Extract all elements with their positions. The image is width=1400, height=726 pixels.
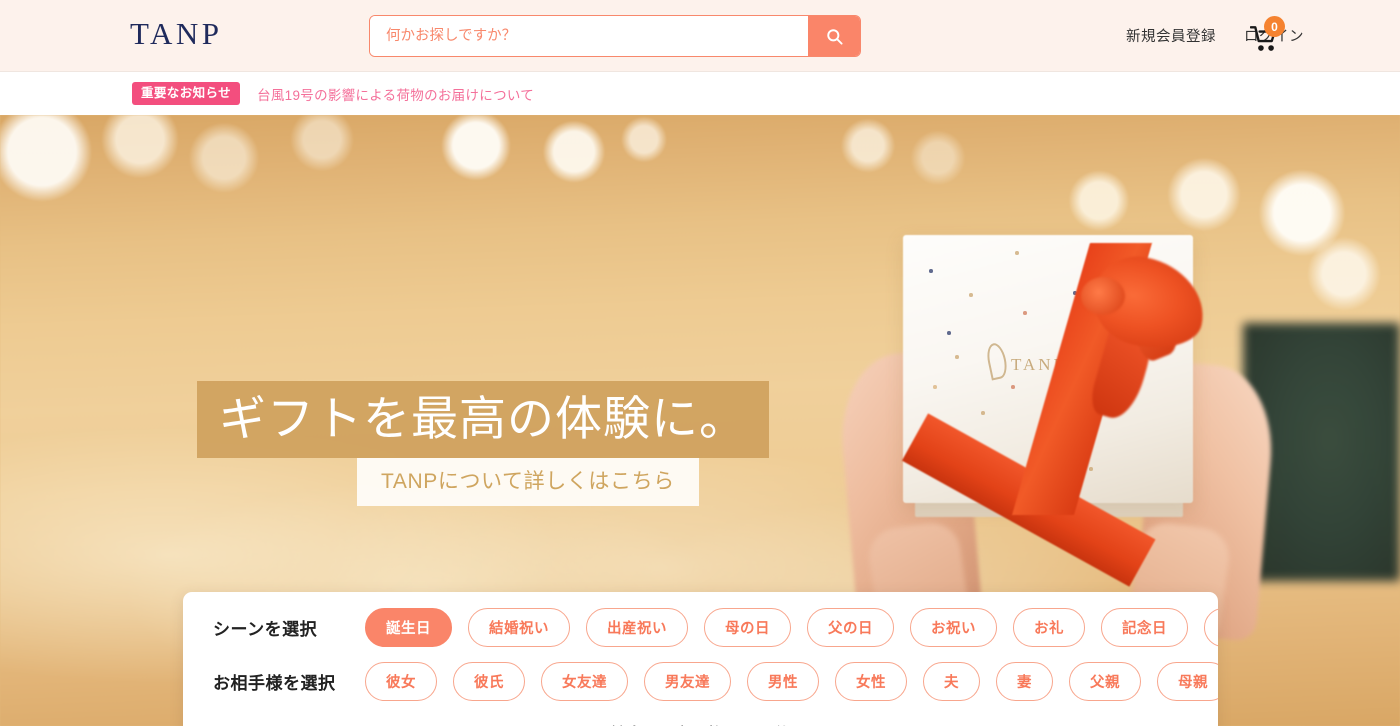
- cart-button[interactable]: 0: [1246, 16, 1288, 56]
- page-root: TANP 新規会員登録 ログイン: [0, 0, 1400, 726]
- recipient-select-row: お相手様を選択 彼女 彼氏 女友達 男友達 男性 女性 夫 妻 父親 母親: [183, 654, 1218, 708]
- recipient-chip-wife[interactable]: 妻: [996, 661, 1053, 701]
- recipient-chip-mother[interactable]: 母親: [1157, 661, 1218, 701]
- scene-chip-fathers-day[interactable]: 父の日: [807, 607, 894, 647]
- search-input[interactable]: [370, 16, 808, 56]
- result-count-text: 該当する商品数：1197件: [183, 722, 1218, 726]
- search-submit-button[interactable]: [808, 16, 860, 56]
- recipient-chip-boyfriend[interactable]: 彼氏: [453, 661, 525, 701]
- bow-knot: [1081, 277, 1125, 315]
- scene-select-row: シーンを選択 誕生日 結婚祝い 出産祝い 母の日 父の日 お祝い お礼 記念日 …: [183, 600, 1218, 654]
- recipient-chip-male[interactable]: 男性: [747, 661, 819, 701]
- search-bar: [369, 15, 861, 57]
- site-header: TANP 新規会員登録 ログイン: [0, 0, 1400, 72]
- scene-chip-birthday[interactable]: 誕生日: [365, 607, 452, 647]
- gift-search-card: シーンを選択 誕生日 結婚祝い 出産祝い 母の日 父の日 お祝い お礼 記念日 …: [183, 592, 1218, 726]
- scene-chip-thanks[interactable]: お礼: [1013, 607, 1085, 647]
- recipient-chip-father[interactable]: 父親: [1069, 661, 1141, 701]
- hero-about-link[interactable]: TANPについて詳しくはこちら: [357, 458, 699, 506]
- scene-chip-list: 誕生日 結婚祝い 出産祝い 母の日 父の日 お祝い お礼 記念日 引越し祝い: [365, 607, 1218, 647]
- hero-gift-photo: TANP: [834, 225, 1285, 651]
- notice-link[interactable]: 台風19号の影響による荷物のお届けについて: [257, 84, 534, 104]
- hero-section: TANP ギフトを最高の体験に。 TANPについて詳しくはこちら シーンを選択 …: [0, 115, 1400, 726]
- scene-chip-housewarming[interactable]: 引越し祝い: [1204, 607, 1218, 647]
- recipient-chip-husband[interactable]: 夫: [923, 661, 980, 701]
- scene-chip-mothers-day[interactable]: 母の日: [704, 607, 791, 647]
- recipient-chip-female-friend[interactable]: 女友達: [541, 661, 628, 701]
- hero-title: ギフトを最高の体験に。: [197, 381, 769, 458]
- scene-chip-anniversary[interactable]: 記念日: [1101, 607, 1188, 647]
- recipient-chip-male-friend[interactable]: 男友達: [644, 661, 731, 701]
- recipient-chip-girlfriend[interactable]: 彼女: [365, 661, 437, 701]
- recipient-chip-female[interactable]: 女性: [835, 661, 907, 701]
- scene-chip-celebration[interactable]: お祝い: [910, 607, 997, 647]
- search-icon: [825, 27, 844, 46]
- register-link[interactable]: 新規会員登録: [1126, 25, 1216, 46]
- notice-bar: 重要なお知らせ 台風19号の影響による荷物のお届けについて: [0, 72, 1400, 115]
- scene-select-label: シーンを選択: [213, 619, 318, 639]
- recipient-chip-list: 彼女 彼氏 女友達 男友達 男性 女性 夫 妻 父親 母親: [365, 661, 1218, 701]
- recipient-select-label: お相手様を選択: [213, 673, 336, 693]
- scene-chip-wedding[interactable]: 結婚祝い: [468, 607, 570, 647]
- notice-badge: 重要なお知らせ: [132, 82, 241, 105]
- gift-box: TANP: [901, 235, 1213, 587]
- cart-count-badge: 0: [1264, 16, 1285, 37]
- scene-chip-baby[interactable]: 出産祝い: [586, 607, 688, 647]
- tanp-logo[interactable]: TANP: [130, 18, 222, 49]
